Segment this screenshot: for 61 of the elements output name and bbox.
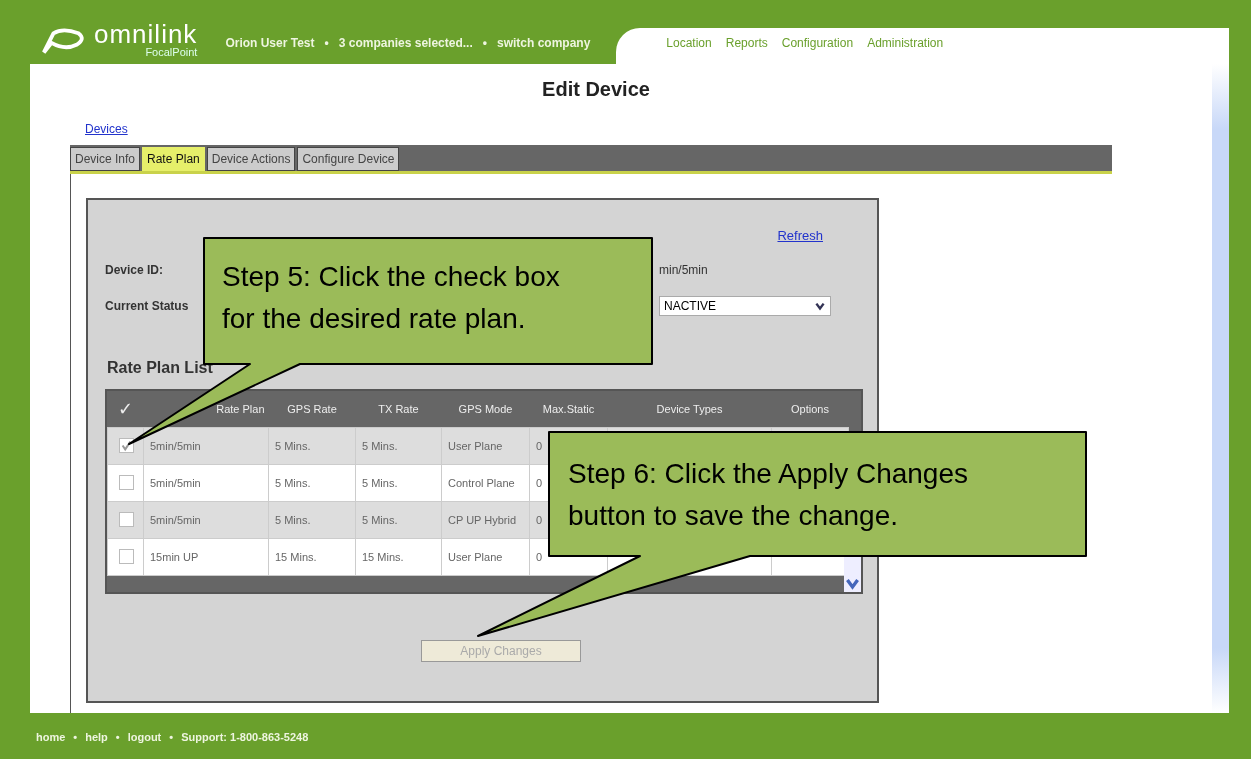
company-selection[interactable]: 3 companies selected... (338, 36, 473, 50)
footer-link[interactable]: logout (127, 731, 162, 743)
table-cell: 15min UP (143, 538, 269, 575)
table-cell: 5 Mins. (355, 501, 442, 538)
footer-link[interactable]: help (85, 731, 108, 743)
caret-down-icon (814, 300, 826, 312)
page-title: Edit Device (541, 78, 651, 101)
column-header: Options (771, 391, 849, 427)
table-cell: 5 Mins. (268, 501, 356, 538)
column-header: TX Rate (355, 391, 442, 427)
table-cell: User Plane (441, 538, 530, 575)
tab[interactable]: Device Info (70, 147, 141, 171)
table-cell: 5min/5min (143, 427, 269, 464)
column-header: GPS Rate (268, 391, 356, 427)
nav-menu-item[interactable]: Administration (867, 36, 944, 50)
row-checkbox[interactable] (119, 549, 134, 564)
table-cell: User Plane (441, 427, 530, 464)
footer-link[interactable]: Support: 1-800-863-5248 (181, 731, 309, 743)
separator-dot: • (323, 36, 330, 50)
devices-link[interactable]: Devices (85, 122, 128, 136)
column-header: GPS Mode (441, 391, 530, 427)
tab[interactable]: Rate Plan (142, 147, 205, 171)
table-cell: CP UP Hybrid (441, 501, 530, 538)
column-header: ✓ (107, 391, 144, 427)
table-cell: 5min/5min (143, 501, 269, 538)
user-name: Orion User Test (225, 36, 315, 50)
field-value: min/5min (659, 263, 708, 277)
callout-text: Step 5: Click the check box for the desired rate plan. (222, 260, 561, 336)
footer-link[interactable]: home (36, 731, 66, 743)
nav-menu-item[interactable]: Configuration (781, 36, 854, 50)
status-select[interactable]: NACTIVE (659, 296, 831, 316)
nav-menu-item[interactable]: Location (666, 36, 712, 50)
separator-dot: • (168, 731, 175, 743)
apply-changes-button[interactable]: Apply Changes (421, 640, 581, 662)
nav-menu-item[interactable]: Reports (725, 36, 768, 50)
row-checkbox[interactable] (119, 475, 134, 490)
brand-name: omnilink (94, 21, 198, 47)
tab[interactable]: Device Actions (206, 147, 296, 171)
refresh-link[interactable]: Refresh (777, 228, 823, 243)
tab[interactable]: Configure Device (297, 147, 400, 171)
separator-dot: • (481, 36, 488, 50)
table-cell: 15 Mins. (355, 538, 442, 575)
column-header: Rate Plan (143, 391, 269, 427)
table-cell: 5 Mins. (268, 464, 356, 501)
table-cell: 15 Mins. (268, 538, 356, 575)
table-cell: 5min/5min (143, 464, 269, 501)
table-cell: Control Plane (441, 464, 530, 501)
separator-dot: • (114, 731, 121, 743)
table-cell: 5 Mins. (268, 427, 356, 464)
field-label: Current Status (105, 299, 189, 313)
column-header: Max.Static (529, 391, 608, 427)
column-header: Device Types (607, 391, 772, 427)
row-checkbox[interactable] (119, 512, 134, 527)
separator-dot: • (72, 731, 79, 743)
table-cell: 5 Mins. (355, 427, 442, 464)
table-cell: 5 Mins. (355, 464, 442, 501)
row-checkbox[interactable] (119, 438, 134, 453)
switch-company-link[interactable]: switch company (497, 36, 591, 50)
field-label: Device ID: (105, 263, 164, 277)
scrollbar[interactable] (844, 557, 861, 592)
brand-subtitle: FocalPoint (145, 47, 198, 58)
